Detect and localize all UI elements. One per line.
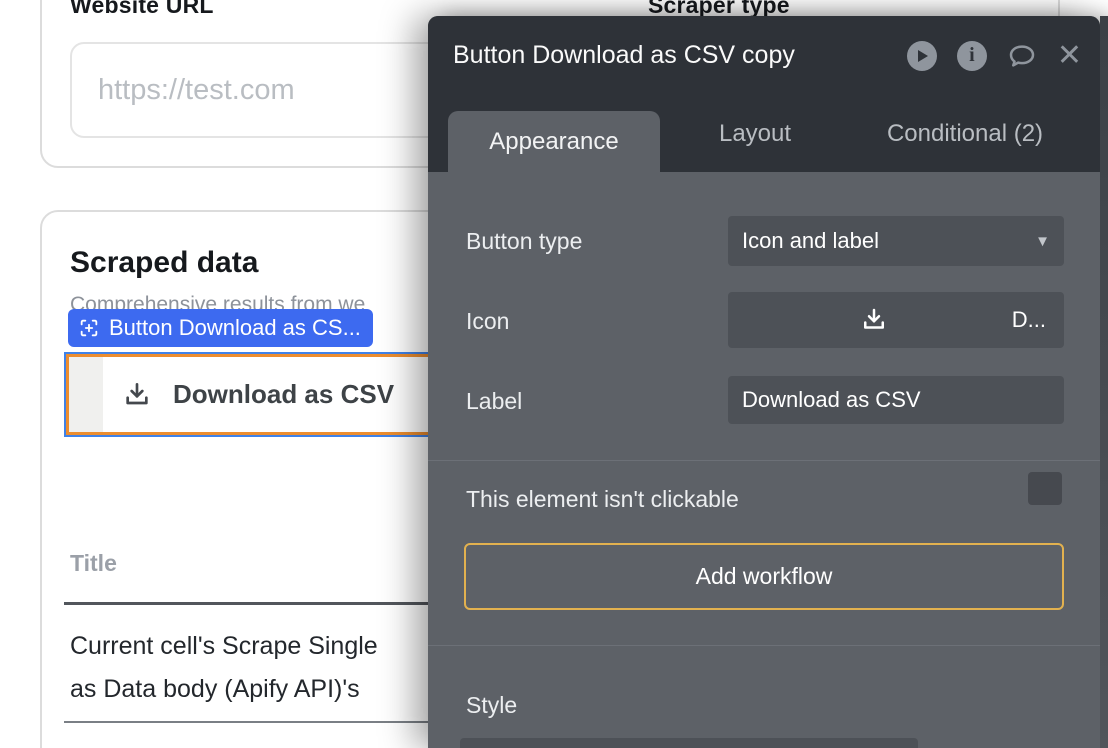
property-editor-panel: Button Download as CSV copy i ✕ Appearan… bbox=[428, 16, 1100, 748]
icon-picker-value: D... bbox=[1012, 307, 1046, 333]
comment-icon[interactable] bbox=[1007, 41, 1037, 71]
table-column-header: Title bbox=[70, 550, 117, 577]
table-header-divider bbox=[64, 602, 434, 605]
divider bbox=[428, 645, 1100, 646]
selected-canvas-button[interactable]: Download as CSV bbox=[64, 352, 436, 437]
button-type-value: Icon and label bbox=[742, 228, 1035, 254]
website-url-label: Website URL bbox=[70, 0, 214, 19]
expand-plus-icon bbox=[78, 317, 100, 339]
button-type-dropdown[interactable]: Icon and label ▼ bbox=[728, 216, 1064, 266]
icon-picker[interactable]: D... bbox=[728, 292, 1064, 348]
style-section-label: Style bbox=[466, 692, 517, 719]
download-csv-button[interactable]: Download as CSV bbox=[66, 354, 434, 435]
selection-badge-label: Button Download as CS... bbox=[109, 315, 361, 341]
shadowed-page-strip bbox=[1100, 16, 1108, 748]
not-clickable-note: This element isn't clickable bbox=[466, 486, 739, 513]
download-icon bbox=[859, 305, 889, 335]
close-icon[interactable]: ✕ bbox=[1057, 41, 1082, 71]
panel-tabbar: Appearance Layout Conditional (2) bbox=[428, 95, 1100, 172]
scraped-data-title: Scraped data bbox=[70, 246, 258, 280]
info-icon[interactable]: i bbox=[957, 41, 987, 71]
label-label: Label bbox=[466, 388, 522, 415]
clickable-checkbox[interactable] bbox=[1028, 472, 1062, 505]
icon-label: Icon bbox=[466, 308, 509, 335]
label-input[interactable] bbox=[728, 376, 1064, 424]
tab-conditional[interactable]: Conditional (2) bbox=[850, 95, 1080, 172]
download-icon bbox=[121, 379, 153, 411]
tab-appearance[interactable]: Appearance bbox=[448, 111, 660, 172]
table-row-divider bbox=[64, 721, 434, 723]
divider bbox=[428, 460, 1100, 461]
panel-header: Button Download as CSV copy i ✕ bbox=[428, 16, 1100, 95]
chevron-down-icon: ▼ bbox=[1035, 233, 1050, 250]
add-workflow-button[interactable]: Add workflow bbox=[464, 543, 1064, 610]
play-icon[interactable] bbox=[907, 41, 937, 71]
download-csv-button-label: Download as CSV bbox=[173, 379, 394, 410]
panel-header-icons: i ✕ bbox=[907, 41, 1082, 71]
element-selection-badge[interactable]: Button Download as CS... bbox=[68, 309, 373, 347]
table-cell-text-line2: as Data body (Apify API)'s bbox=[70, 675, 360, 704]
table-cell-text-line1: Current cell's Scrape Single bbox=[70, 632, 378, 661]
style-dropdown-partial[interactable] bbox=[460, 738, 918, 748]
tab-layout[interactable]: Layout bbox=[660, 95, 850, 172]
panel-title: Button Download as CSV copy bbox=[453, 41, 907, 70]
button-type-label: Button type bbox=[466, 228, 582, 255]
